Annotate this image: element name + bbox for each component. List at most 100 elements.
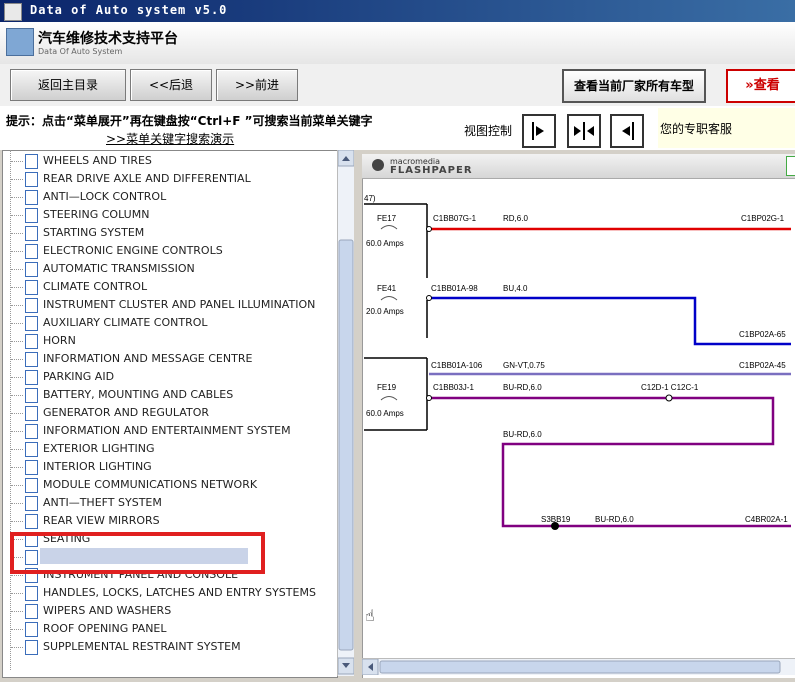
brand-name: FLASHPAPER <box>390 165 473 176</box>
tree-item[interactable]: WHEELS AND TIRES <box>3 152 337 170</box>
tree-connector <box>11 413 23 414</box>
view-expand-right-button[interactable] <box>522 114 556 148</box>
tree-item[interactable]: MODULE COMMUNICATIONS NETWORK <box>3 476 337 494</box>
tree-item-label: INSTRUMENT CLUSTER AND PANEL ILLUMINATIO… <box>43 298 316 311</box>
annotation-highlight-box <box>10 532 265 574</box>
tree-connector <box>11 467 23 468</box>
tree-connector <box>11 305 23 306</box>
tree-item[interactable]: AUXILIARY CLIMATE CONTROL <box>3 314 337 332</box>
tree-item[interactable]: HORN <box>3 332 337 350</box>
tree-connector <box>11 647 23 648</box>
tree-connector <box>11 197 23 198</box>
tree-item-label: MODULE COMMUNICATIONS NETWORK <box>43 478 258 491</box>
tree-connector <box>11 377 23 378</box>
view-expand-left-button[interactable] <box>610 114 644 148</box>
toolbar: 返回主目录 <<后退 >>前进 查看当前厂家所有车型 »查看 <box>0 64 795 106</box>
tree-item[interactable]: AUTOMATIC TRANSMISSION <box>3 260 337 278</box>
document-icon <box>25 316 38 331</box>
fuse-fe19-amps: 60.0 Amps <box>366 409 404 418</box>
window-title: Data of Auto system v5.0 <box>30 3 228 17</box>
document-icon <box>25 172 38 187</box>
wire-burd60-label-b: BU-RD,6.0 <box>503 430 542 439</box>
tree-item[interactable]: EXTERIOR LIGHTING <box>3 440 337 458</box>
tree-connector <box>11 251 23 252</box>
document-icon <box>25 388 38 403</box>
flashpaper-viewer[interactable]: 47) FE17 60.0 Amps C1BB07G-1 RD,6.0 C1BP… <box>362 154 795 678</box>
back-button[interactable]: <<后退 <box>130 69 212 101</box>
tree-item[interactable]: ANTI—LOCK CONTROL <box>3 188 337 206</box>
view-button[interactable]: »查看 <box>726 69 795 103</box>
tree-item-label: INTERIOR LIGHTING <box>43 460 152 473</box>
tree-connector <box>11 593 23 594</box>
tree-item[interactable]: ANTI—THEFT SYSTEM <box>3 494 337 512</box>
tree-item[interactable]: INTERIOR LIGHTING <box>3 458 337 476</box>
page-ref: 47) <box>364 194 376 203</box>
app-icon <box>4 3 22 21</box>
tree-item-label: PARKING AID <box>43 370 115 383</box>
tree-item-label: STEERING COLUMN <box>43 208 150 221</box>
tree-connector <box>11 233 23 234</box>
tree-item-label: INFORMATION AND MESSAGE CENTRE <box>43 352 253 365</box>
tree-item[interactable]: CLIMATE CONTROL <box>3 278 337 296</box>
wire-purple <box>429 396 791 528</box>
tree-item[interactable]: GENERATOR AND REGULATOR <box>3 404 337 422</box>
fuse-fe17-amps: 60.0 Amps <box>366 239 404 248</box>
document-icon <box>25 352 38 367</box>
tree-item[interactable]: HANDLES, LOCKS, LATCHES AND ENTRY SYSTEM… <box>3 584 337 602</box>
support-label: 您的专职客服 <box>660 122 733 136</box>
tree-connector <box>11 269 23 270</box>
tree-item-label: REAR DRIVE AXLE AND DIFFERENTIAL <box>43 172 251 185</box>
connector-c12: C12D-1 C12C-1 <box>641 383 699 392</box>
tree-connector <box>11 503 23 504</box>
tree-item-label: GENERATOR AND REGULATOR <box>43 406 209 419</box>
connector-c4br02a: C4BR02A-1 <box>745 515 788 524</box>
document-icon <box>25 640 38 655</box>
tree-item[interactable]: STEERING COLUMN <box>3 206 337 224</box>
tree-item[interactable]: WIPERS AND WASHERS <box>3 602 337 620</box>
fuse-fe41-amps: 20.0 Amps <box>366 307 404 316</box>
tree-item[interactable]: INSTRUMENT CLUSTER AND PANEL ILLUMINATIO… <box>3 296 337 314</box>
tree-connector <box>11 521 23 522</box>
view-split-button[interactable] <box>567 114 601 148</box>
search-demo-link[interactable]: >>菜单关键字搜索演示 <box>106 130 234 147</box>
tree-scrollbar[interactable] <box>337 149 355 676</box>
tree-connector <box>11 215 23 216</box>
tree-item[interactable]: BATTERY, MOUNTING AND CABLES <box>3 386 337 404</box>
menu-tree: WHEELS AND TIRES REAR DRIVE AXLE AND DIFF… <box>2 150 338 678</box>
document-icon <box>25 496 38 511</box>
tree-item[interactable]: REAR DRIVE AXLE AND DIFFERENTIAL <box>3 170 337 188</box>
tree-item[interactable]: INFORMATION AND ENTERTAINMENT SYSTEM <box>3 422 337 440</box>
title-bar: Data of Auto system v5.0 <box>0 0 795 22</box>
tree-item[interactable]: SUPPLEMENTAL RESTRAINT SYSTEM <box>3 638 337 656</box>
document-icon <box>25 244 38 259</box>
all-models-button[interactable]: 查看当前厂家所有车型 <box>562 69 706 103</box>
wire-gnvt-label: GN-VT,0.75 <box>503 361 545 370</box>
wire-burd60-label-c: BU-RD,6.0 <box>595 515 634 524</box>
tree-item[interactable]: PARKING AID <box>3 368 337 386</box>
home-button[interactable]: 返回主目录 <box>10 69 126 101</box>
tree-item-label: ANTI—THEFT SYSTEM <box>43 496 162 509</box>
macromedia-logo-icon <box>372 159 384 171</box>
tree-item[interactable]: REAR VIEW MIRRORS <box>3 512 337 530</box>
hand-cursor-icon: ☝ <box>365 606 375 625</box>
wire-bu40-label: BU,4.0 <box>503 284 528 293</box>
tree-connector <box>11 161 23 162</box>
view-button-label: 查看 <box>753 78 780 93</box>
forward-button[interactable]: >>前进 <box>216 69 298 101</box>
document-icon <box>25 478 38 493</box>
support-panel[interactable]: 您的专职客服 <box>658 108 795 148</box>
connector-c1bb01a98: C1BB01A-98 <box>431 284 478 293</box>
tree-item[interactable]: INFORMATION AND MESSAGE CENTRE <box>3 350 337 368</box>
platform-subtitle: Data Of Auto System <box>38 47 123 56</box>
tree-item[interactable]: STARTING SYSTEM <box>3 224 337 242</box>
tree-item[interactable]: ROOF OPENING PANEL <box>3 620 337 638</box>
tree-item-label: AUXILIARY CLIMATE CONTROL <box>43 316 208 329</box>
connector-c1bp02a45: C1BP02A-45 <box>739 361 786 370</box>
tree-guide-line <box>10 150 11 670</box>
viewer-h-scrollbar[interactable] <box>361 658 795 676</box>
viewer-h-scrollbar-graphic <box>361 658 781 676</box>
wire-blue <box>429 296 791 346</box>
zoom-button[interactable] <box>786 156 795 176</box>
tree-item-label: ROOF OPENING PANEL <box>43 622 167 635</box>
tree-item[interactable]: ELECTRONIC ENGINE CONTROLS <box>3 242 337 260</box>
